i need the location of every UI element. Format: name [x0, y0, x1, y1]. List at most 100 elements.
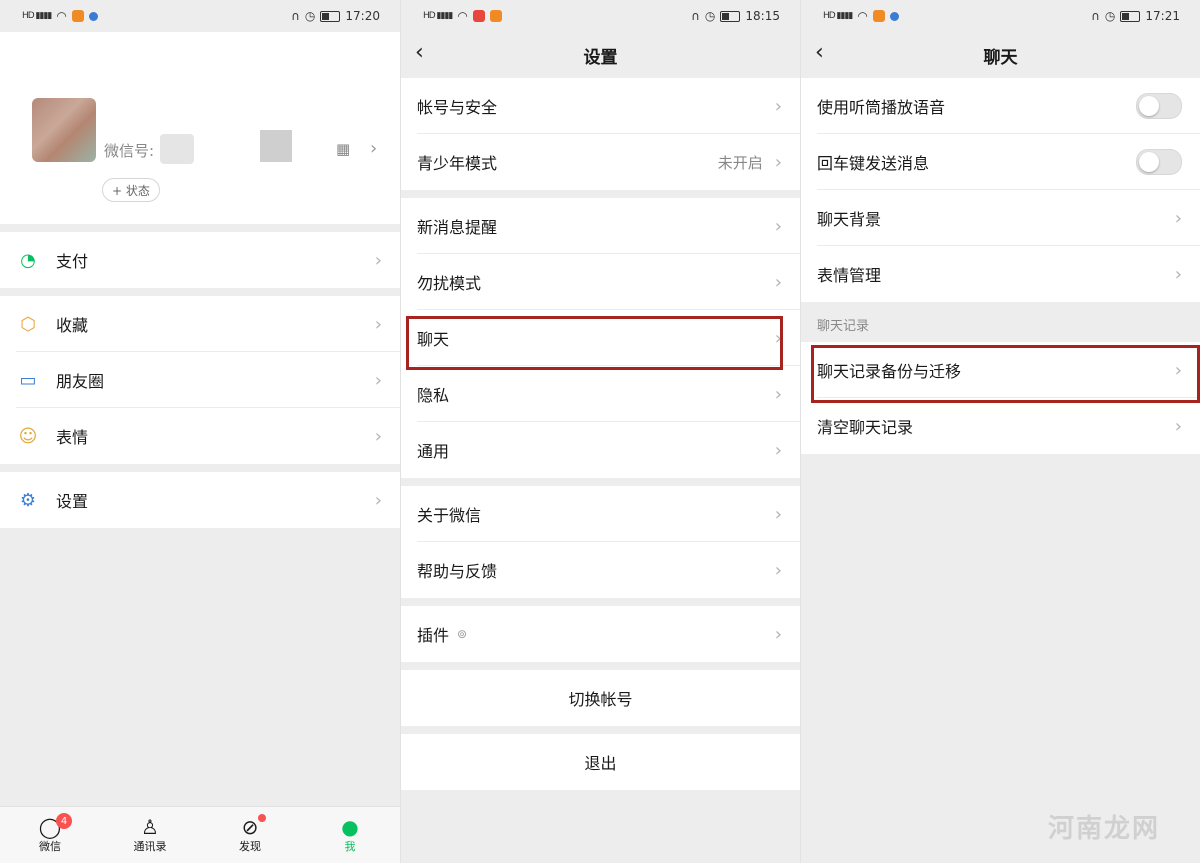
plugin-icon: ⊚	[457, 627, 468, 641]
tab-chats[interactable]: ◯ 微信 4	[0, 807, 100, 863]
teen-mode-status: 未开启	[717, 153, 763, 172]
contacts-icon: ♙	[141, 815, 159, 839]
menu-item-pay[interactable]: ◔ 支付 ›	[0, 232, 400, 288]
status-time: 17:21	[1145, 9, 1180, 23]
blurred-id	[160, 134, 194, 164]
chevron-right-icon: ›	[1174, 359, 1182, 381]
settings-item-do-not-disturb[interactable]: 勿扰模式 ›	[401, 254, 800, 310]
back-arrow-icon[interactable]: ‹	[415, 40, 424, 65]
earpiece-toggle[interactable]	[1136, 93, 1182, 119]
back-arrow-icon[interactable]: ‹	[815, 40, 824, 65]
menu-item-moments[interactable]: ▭ 朋友圈 ›	[0, 352, 400, 408]
gear-icon: ⚙	[19, 489, 37, 511]
watermark: 河南龙网	[1047, 814, 1160, 844]
menu-item-label: 朋友圈	[56, 372, 105, 391]
browser-notify-icon	[889, 11, 899, 21]
battery-icon	[1120, 10, 1141, 22]
settings-item-label: 帐号与安全	[417, 98, 498, 117]
wifi-icon: ◠	[56, 9, 67, 23]
chat-item-label: 回车键发送消息	[817, 154, 930, 173]
settings-item-privacy[interactable]: 隐私 ›	[401, 366, 800, 422]
settings-item-label: 插件	[417, 626, 450, 645]
profile-header[interactable]: 微信号: ▦ › + 状态	[0, 32, 400, 224]
chevron-right-icon: ›	[1174, 263, 1182, 285]
unread-badge: 4	[56, 813, 72, 829]
chevron-right-icon: ›	[774, 95, 782, 117]
avatar[interactable]	[32, 98, 96, 162]
settings-item-plugins[interactable]: 插件 ⊚ ›	[401, 606, 800, 662]
menu-item-stickers[interactable]: ☺ 表情 ›	[0, 408, 400, 464]
settings-item-notifications[interactable]: 新消息提醒 ›	[401, 198, 800, 254]
page-title: 设置	[583, 47, 618, 68]
me-page-panel: HD ▮▮▮▮ ◠ ∩ ◷ 17:20 微信号: ▦ › + 状态 ◔ 支付 ›…	[0, 0, 400, 863]
tab-label: 微信	[39, 840, 61, 853]
settings-item-teen-mode[interactable]: 青少年模式 未开启 ›	[401, 134, 800, 190]
image-icon: ▭	[19, 369, 37, 391]
chevron-right-icon: ›	[374, 249, 382, 271]
settings-item-chat[interactable]: 聊天 ›	[401, 310, 800, 366]
chevron-right-icon: ›	[374, 489, 382, 511]
status-left: HD ▮▮▮▮ ◠	[823, 9, 899, 23]
new-dot-badge	[258, 814, 266, 822]
settings-item-help[interactable]: 帮助与反馈 ›	[401, 542, 800, 598]
blurred-id-block	[260, 130, 292, 162]
settings-item-label: 关于微信	[417, 506, 482, 525]
alarm-icon: ◷	[304, 9, 316, 23]
app-notify-icon	[71, 10, 84, 22]
status-right: ∩ ◷ 17:20	[291, 9, 380, 23]
chat-item-label: 表情管理	[817, 266, 882, 285]
settings-item-about[interactable]: 关于微信 ›	[401, 486, 800, 542]
settings-item-label: 通用	[417, 442, 450, 461]
chat-item-background[interactable]: 聊天背景 ›	[801, 190, 1200, 246]
status-right: ∩ ◷ 18:15	[691, 9, 780, 23]
battery-icon	[720, 10, 741, 22]
signal-icon: HD ▮▮▮▮	[22, 11, 52, 21]
add-status-button[interactable]: + 状态	[102, 178, 160, 202]
person-icon: ●	[341, 815, 359, 839]
logout-button[interactable]: 退出	[401, 734, 800, 790]
menu-item-settings[interactable]: ⚙ 设置 ›	[0, 472, 400, 528]
enter-send-toggle[interactable]	[1136, 149, 1182, 175]
nav-bar: ‹ 聊天	[801, 32, 1200, 78]
chat-item-backup-migrate[interactable]: 聊天记录备份与迁移 ›	[801, 342, 1200, 398]
alarm-icon: ◷	[1104, 9, 1116, 23]
chat-item-label: 清空聊天记录	[817, 418, 914, 437]
app-notify-icon	[872, 10, 885, 22]
compass-icon: ⊘	[241, 815, 259, 839]
settings-item-general[interactable]: 通用 ›	[401, 422, 800, 478]
settings-item-label: 新消息提醒	[417, 218, 498, 237]
chevron-right-icon: ›	[774, 439, 782, 461]
alarm-icon: ◷	[704, 9, 716, 23]
chat-settings-panel: HD ▮▮▮▮ ◠ ∩ ◷ 17:21 ‹ 聊天 使用听筒播放语音 回车键发送消…	[800, 0, 1200, 863]
status-left: HD ▮▮▮▮ ◠	[22, 9, 98, 23]
chat-item-enter-send[interactable]: 回车键发送消息	[801, 134, 1200, 190]
chat-item-stickers[interactable]: 表情管理 ›	[801, 246, 1200, 302]
menu-item-label: 支付	[56, 252, 89, 271]
chat-item-clear-history[interactable]: 清空聊天记录 ›	[801, 398, 1200, 454]
chevron-right-icon: ›	[774, 503, 782, 525]
chat-item-label: 使用听筒播放语音	[817, 98, 946, 117]
chevron-right-icon: ›	[774, 271, 782, 293]
qrcode-icon[interactable]: ▦	[336, 140, 350, 158]
settings-item-label: 青少年模式	[417, 154, 498, 173]
wifi-icon: ◠	[457, 9, 468, 23]
headphone-icon: ∩	[1091, 9, 1100, 23]
browser-notify-icon	[88, 11, 98, 21]
tab-me[interactable]: ● 我	[300, 807, 400, 863]
menu-item-favorites[interactable]: ⬡ 收藏 ›	[0, 296, 400, 352]
settings-page-panel: HD ▮▮▮▮ ◠ ∩ ◷ 18:15 ‹ 设置 帐号与安全 › 青少年模式 未…	[400, 0, 800, 863]
settings-item-account-security[interactable]: 帐号与安全 ›	[401, 78, 800, 134]
chevron-right-icon: ›	[774, 215, 782, 237]
chevron-right-icon: ›	[774, 623, 782, 645]
chat-item-earpiece[interactable]: 使用听筒播放语音	[801, 78, 1200, 134]
tab-contacts[interactable]: ♙ 通讯录	[100, 807, 200, 863]
settings-item-label: 勿扰模式	[417, 274, 482, 293]
status-time: 17:20	[345, 9, 380, 23]
chevron-right-icon: ›	[1174, 415, 1182, 437]
switch-account-button[interactable]: 切换帐号	[401, 670, 800, 726]
app-notify-icon	[489, 10, 502, 22]
chevron-right-icon: ›	[1174, 207, 1182, 229]
tab-discover[interactable]: ⊘ 发现	[200, 807, 300, 863]
settings-item-label: 帮助与反馈	[417, 562, 498, 581]
screenshot-composite: HD ▮▮▮▮ ◠ ∩ ◷ 17:20 微信号: ▦ › + 状态 ◔ 支付 ›…	[0, 0, 1200, 863]
